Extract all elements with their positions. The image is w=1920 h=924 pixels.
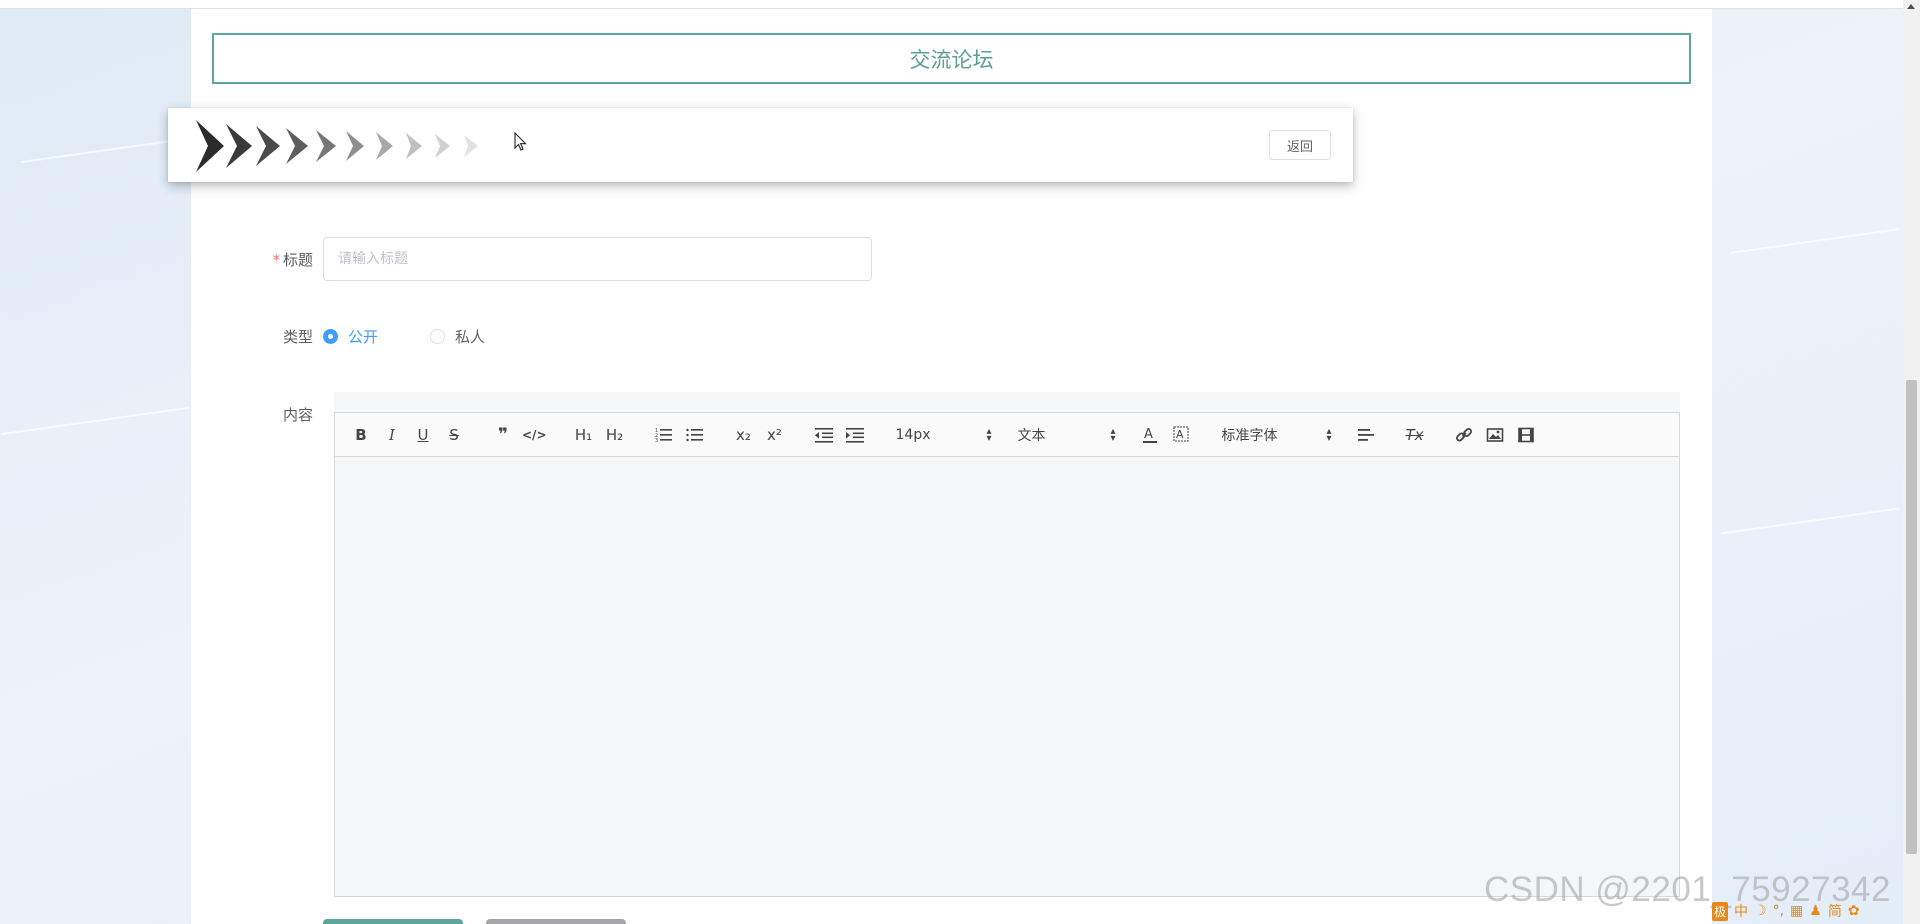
type-label: 类型 [282,328,313,346]
outdent-button[interactable] [812,421,836,449]
svg-text:3: 3 [655,438,658,443]
required-mark: * [272,250,280,269]
image-icon [1486,427,1503,442]
link-button[interactable] [1452,421,1476,449]
background-color-button[interactable]: A [1169,421,1193,449]
background-color-icon: A [1173,426,1188,441]
link-icon [1455,427,1472,441]
radio-dot [430,329,446,344]
italic-button[interactable]: I [380,421,404,449]
superscript-button[interactable]: x² [763,421,787,449]
code-block-button[interactable]: </> [522,421,547,449]
blockquote-button[interactable]: ❞ [491,421,515,449]
radio-dot-checked [323,329,338,344]
type-row: 类型 公开 私人 [191,326,517,347]
align-button[interactable] [1354,421,1378,449]
ordered-list-button[interactable]: 1 2 3 [652,421,676,449]
ime-moon-icon[interactable]: ☽ [1754,903,1767,919]
header-select[interactable]: 文本 ▴ ▾ [1014,421,1120,449]
scrollbar-thumb[interactable] [1906,380,1917,854]
editor-content-area[interactable] [334,457,1680,897]
header2-button[interactable]: H₂ [603,421,627,449]
outdent-icon [814,427,833,443]
content-label: 内容 [282,406,313,424]
page-header: 交流论坛 [212,33,1691,84]
ime-user-icon[interactable]: ♟ [1809,903,1822,919]
image-button[interactable] [1483,421,1507,449]
video-button[interactable] [1514,421,1538,449]
font-size-select[interactable]: 14px ▴ ▾ [892,421,996,449]
ime-settings-icon[interactable]: ✿ [1848,903,1860,919]
indent-icon [845,427,864,443]
bold-button[interactable]: B [349,421,373,449]
title-row: * 标题 [191,237,872,281]
ime-punctuation-icon[interactable]: °, [1773,903,1784,919]
ordered-list-icon: 1 2 3 [655,428,672,443]
radio-public[interactable]: 公开 [323,326,378,347]
align-left-icon [1357,428,1374,441]
select-arrows-icon: ▴ ▾ [986,425,992,444]
ime-chinese-mode[interactable]: 中 [1734,901,1748,921]
underline-button[interactable]: U [411,421,435,449]
vertical-scrollbar[interactable] [1903,0,1920,924]
reset-button[interactable] [486,919,626,924]
banner: 返回 [168,108,1353,182]
chevron-arrows-decoration [196,120,478,172]
scroll-up-icon[interactable] [1907,4,1915,9]
svg-text:A: A [1144,427,1153,442]
ime-logo-icon[interactable]: 极 [1712,901,1729,921]
radio-private-label: 私人 [455,328,486,346]
ime-toolbar: 极 中 ☽ °, ▦ ♟ 简 ✿ [1712,900,1866,922]
bullet-list-icon [685,428,703,441]
title-label: * 标题 [272,250,313,269]
font-size-value: 14px [895,426,931,443]
strike-button[interactable]: S [442,421,466,449]
back-button[interactable]: 返回 [1269,130,1331,160]
select-arrows-icon: ▴ ▾ [1326,425,1332,444]
font-color-icon: A [1142,427,1157,443]
mouse-cursor-icon [514,132,527,151]
font-family-select[interactable]: 标准字体 ▴ ▾ [1218,421,1336,449]
font-family-value: 标准字体 [1221,427,1278,444]
editor-toolbar: B I U S ❞ </> H₁ H₂ 1 2 3 x₂ x² 14px ▴ ▾… [334,412,1680,457]
header1-button[interactable]: H₁ [572,421,596,449]
clean-format-button[interactable]: Tx [1403,421,1427,449]
indent-button[interactable] [843,421,867,449]
svg-text:A: A [1176,428,1184,441]
radio-public-label: 公开 [348,328,379,346]
text-color-button[interactable]: A [1138,421,1162,449]
editor-top-strip [334,392,1680,412]
select-arrows-icon: ▴ ▾ [1110,425,1116,444]
top-bar [0,0,1920,9]
radio-private[interactable]: 私人 [430,326,485,347]
ime-simplified-mode[interactable]: 简 [1828,901,1842,921]
header-select-value: 文本 [1017,427,1046,444]
submit-button[interactable] [323,919,463,924]
subscript-button[interactable]: x₂ [732,421,756,449]
video-icon [1517,427,1534,442]
bullet-list-button[interactable] [683,421,707,449]
page-title: 交流论坛 [909,48,994,72]
ime-keyboard-icon[interactable]: ▦ [1790,903,1803,919]
title-input[interactable] [323,237,872,281]
